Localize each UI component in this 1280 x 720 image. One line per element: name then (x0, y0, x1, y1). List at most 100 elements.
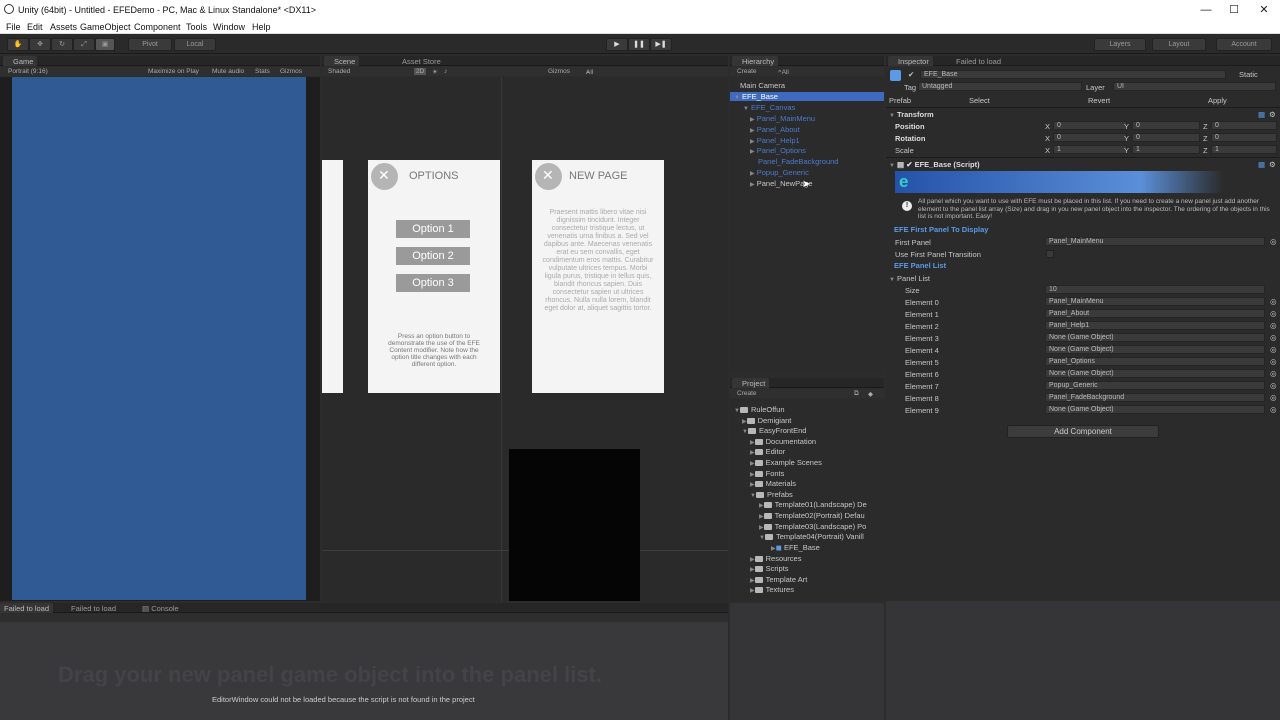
hierarchy-create-dropdown[interactable]: Create (737, 68, 757, 75)
menu-help[interactable]: Help (252, 22, 271, 32)
add-component-button[interactable]: Add Component (1007, 425, 1159, 438)
position-z-field[interactable]: 0 (1211, 121, 1277, 130)
menu-gameobject[interactable]: GameObject (80, 22, 131, 32)
object-picker-icon[interactable]: ◎ (1270, 237, 1277, 246)
static-checkbox[interactable]: Static (1239, 70, 1258, 79)
object-picker-icon[interactable]: ◎ (1270, 357, 1277, 366)
element-field[interactable]: Panel_Help1 (1045, 321, 1265, 330)
object-picker-icon[interactable]: ◎ (1270, 345, 1277, 354)
move-tool-button[interactable]: ✥ (29, 38, 51, 51)
tab-inspector[interactable]: Inspector (888, 56, 933, 66)
pause-button[interactable]: ❚❚ (628, 38, 650, 51)
active-checkbox[interactable]: ✔ (908, 70, 914, 79)
project-folder[interactable]: ▶ Scripts (750, 564, 789, 573)
object-picker-icon[interactable]: ◎ (1270, 381, 1277, 390)
tab-hierarchy[interactable]: Hierarchy (732, 56, 779, 66)
rotation-z-field[interactable]: 0 (1211, 133, 1277, 142)
hierarchy-item[interactable]: ▼ EFE_Canvas (743, 103, 795, 112)
mute-audio-toggle[interactable]: Mute audio (212, 68, 244, 75)
tab-game[interactable]: Game (3, 56, 38, 66)
project-folder[interactable]: ▶ Documentation (750, 437, 816, 446)
element-field[interactable]: Panel_Options (1045, 357, 1265, 366)
element-field[interactable]: Panel_About (1045, 309, 1265, 318)
game-view-render[interactable] (12, 77, 306, 600)
project-folder[interactable]: ▼ Prefabs (750, 490, 793, 499)
option-2-button[interactable]: Option 2 (396, 247, 470, 265)
game-gizmos-toggle[interactable]: Gizmos (280, 68, 302, 75)
hierarchy-item[interactable]: ▶ Panel_MainMenu (750, 114, 815, 123)
use-first-panel-transition-checkbox[interactable] (1046, 250, 1054, 258)
tab-project[interactable]: Project (732, 378, 770, 388)
layers-dropdown[interactable]: Layers (1094, 38, 1146, 51)
gear-icon[interactable]: ⚙ (1269, 160, 1276, 169)
object-picker-icon[interactable]: ◎ (1270, 309, 1277, 318)
element-field[interactable]: None (Game Object) (1045, 345, 1265, 354)
rotate-tool-button[interactable]: ↻ (51, 38, 73, 51)
project-folder[interactable]: ▶ Editor (750, 447, 785, 456)
menu-window[interactable]: Window (213, 22, 245, 32)
menu-tools[interactable]: Tools (186, 22, 207, 32)
maximize-button[interactable]: ☐ (1224, 2, 1244, 18)
scale-tool-button[interactable]: ⤢ (73, 38, 95, 51)
hierarchy-item[interactable]: ▶ Panel_Help1 (750, 136, 800, 145)
project-prefab[interactable]: ▶◼ EFE_Base (771, 543, 820, 552)
hierarchy-item[interactable]: ▶ Popup_Generic (750, 168, 809, 177)
script-foldout[interactable]: ▼ ▤ ✔ EFE_Base (Script) (889, 160, 980, 169)
object-picker-icon[interactable]: ◎ (1270, 393, 1277, 402)
hierarchy-item[interactable]: Main Camera (740, 81, 785, 90)
filter-icon[interactable]: ⧉ (854, 390, 859, 398)
project-folder[interactable]: ▶ Fonts (750, 469, 784, 478)
project-folder[interactable]: ▶ Template Art (750, 575, 807, 584)
project-folder[interactable]: ▶ Template03(Landscape) Po (759, 522, 866, 531)
tab-failed-to-load[interactable]: Failed to load (952, 56, 1005, 66)
object-picker-icon[interactable]: ◎ (1270, 333, 1277, 342)
prefab-revert-button[interactable]: Revert (1088, 96, 1110, 105)
element-field[interactable]: Panel_FadeBackground (1045, 393, 1265, 402)
aspect-dropdown[interactable]: Portrait (9:16) (8, 68, 48, 75)
rotation-x-field[interactable]: 0 (1053, 133, 1127, 142)
layer-dropdown[interactable]: UI (1113, 82, 1276, 91)
prefab-select-button[interactable]: Select (969, 96, 990, 105)
menu-edit[interactable]: Edit (27, 22, 43, 32)
object-picker-icon[interactable]: ◎ (1270, 297, 1277, 306)
tab-failed-to-load-1[interactable]: Failed to load (0, 603, 54, 613)
tab-asset-store[interactable]: Asset Store (398, 56, 445, 66)
menu-assets[interactable]: Assets (50, 22, 77, 32)
hierarchy-item[interactable]: ▶ Panel_About (750, 125, 800, 134)
position-x-field[interactable]: 0 (1053, 121, 1127, 130)
position-y-field[interactable]: 0 (1132, 121, 1200, 130)
play-button[interactable]: ▶ (606, 38, 628, 51)
label-icon[interactable]: ◆ (868, 390, 873, 398)
element-field[interactable]: None (Game Object) (1045, 405, 1265, 414)
project-folder[interactable]: ▶ Textures (750, 585, 794, 594)
project-folder[interactable]: ▶ Demigiant (742, 416, 791, 425)
local-button[interactable]: Local (174, 38, 216, 51)
project-folder[interactable]: ▶ Template02(Portrait) Defau (759, 511, 865, 520)
tab-console[interactable]: ▤ Console (138, 603, 183, 613)
hierarchy-item-selected[interactable]: ▼ EFE_Base (730, 92, 884, 101)
component-settings-icon[interactable]: ▦ (1258, 110, 1265, 119)
maximize-on-play-toggle[interactable]: Maximize on Play (148, 68, 199, 75)
rotation-y-field[interactable]: 0 (1132, 133, 1200, 142)
hierarchy-item[interactable]: Panel_FadeBackground (758, 157, 838, 166)
account-dropdown[interactable]: Account (1216, 38, 1272, 51)
lighting-icon[interactable]: ☀ (432, 68, 438, 76)
close-button[interactable]: ✕ (1254, 2, 1274, 18)
object-picker-icon[interactable]: ◎ (1270, 369, 1277, 378)
scene-view[interactable]: OPTIONS Option 1 Option 2 Option 3 Press… (322, 77, 728, 601)
project-folder[interactable]: ▶ Template01(Landscape) De (759, 500, 867, 509)
scene-gizmos-dropdown[interactable]: Gizmos (548, 68, 570, 75)
tab-scene[interactable]: Scene (324, 56, 360, 66)
minimize-button[interactable]: — (1196, 2, 1216, 18)
hierarchy-item[interactable]: ▶ Panel_Options (750, 146, 806, 155)
object-picker-icon[interactable]: ◎ (1270, 405, 1277, 414)
project-create-dropdown[interactable]: Create (737, 390, 757, 397)
scale-y-field[interactable]: 1 (1132, 145, 1200, 154)
stats-toggle[interactable]: Stats (255, 68, 270, 75)
element-field[interactable]: None (Game Object) (1045, 369, 1265, 378)
tab-failed-to-load-2[interactable]: Failed to load (67, 603, 120, 613)
object-picker-icon[interactable]: ◎ (1270, 321, 1277, 330)
element-field[interactable]: Panel_MainMenu (1045, 297, 1265, 306)
2d-mode-toggle[interactable]: 2D (414, 68, 427, 75)
gameobject-name-field[interactable]: EFE_Base (920, 70, 1226, 79)
